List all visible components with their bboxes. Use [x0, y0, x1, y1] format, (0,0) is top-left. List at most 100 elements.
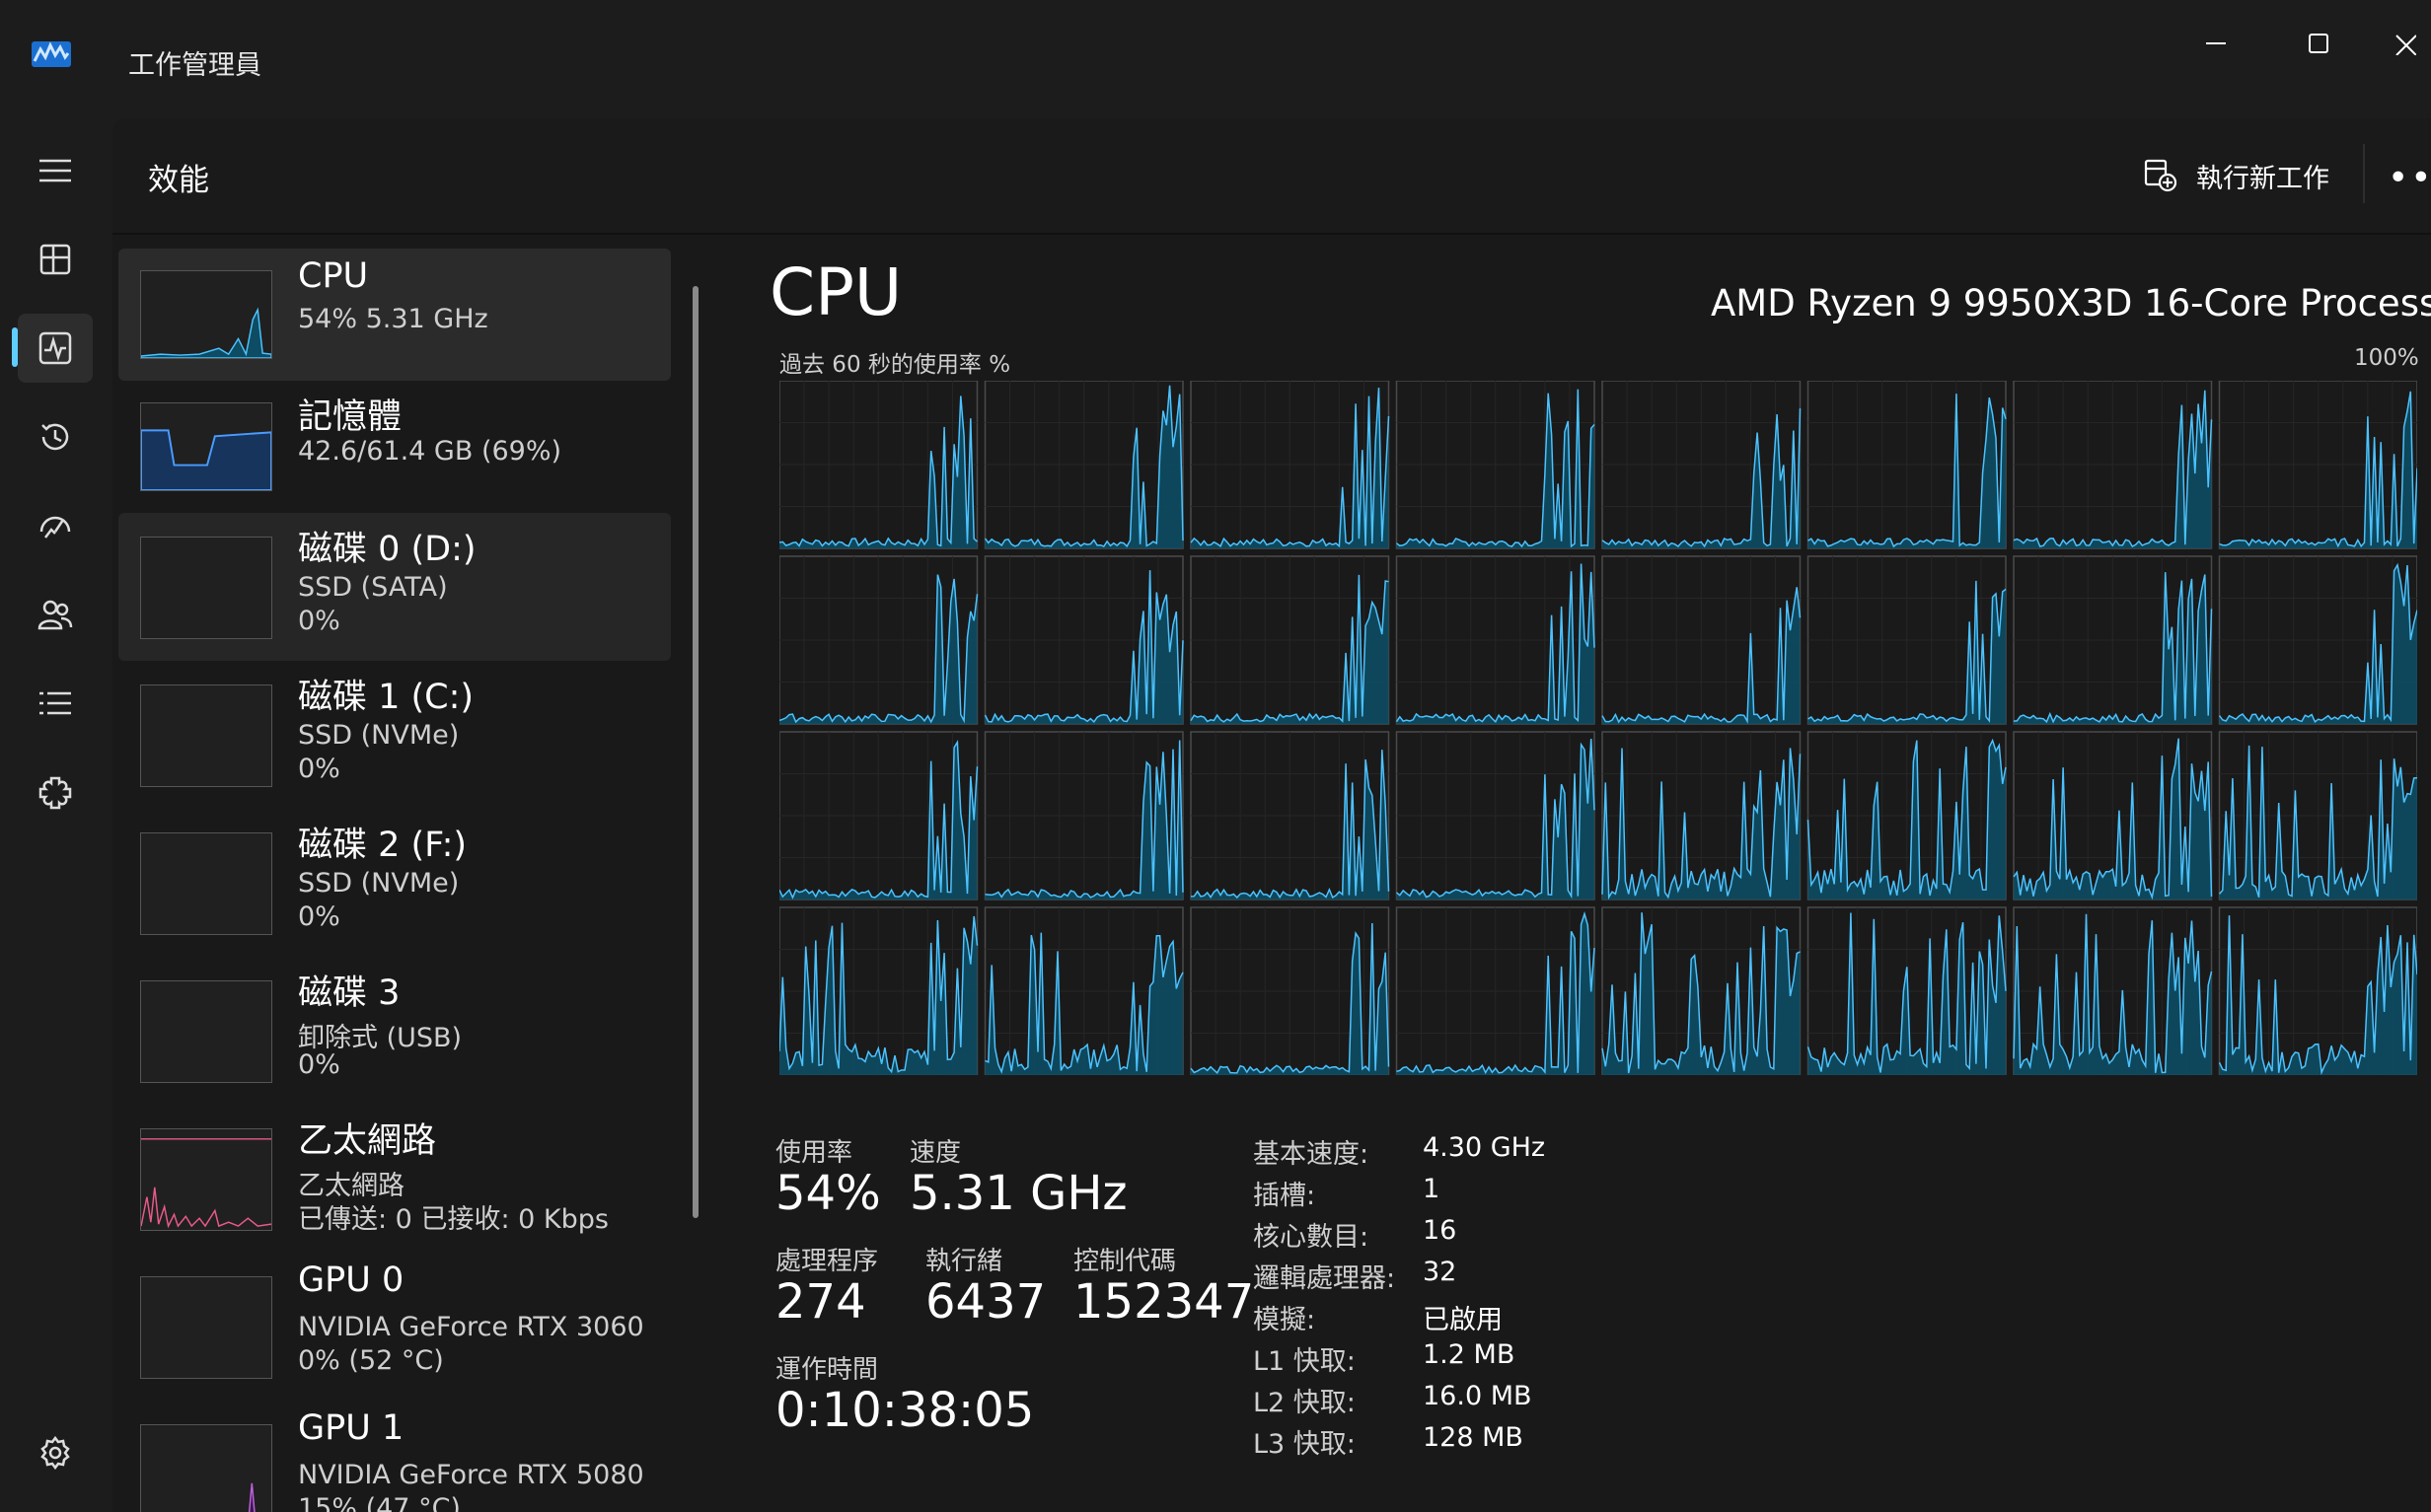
hamburger-icon [39, 159, 71, 182]
services-icon [38, 776, 72, 810]
logical-processor-graph [779, 555, 979, 725]
disk-2-thumbnail-graph [140, 832, 272, 935]
run-new-task-button[interactable]: 執行新工作 [2143, 150, 2329, 201]
processes-value: 274 [775, 1274, 866, 1330]
logical-processor-graph [2013, 731, 2213, 900]
spec-l1-cache-value: 1.2 MB [1423, 1339, 1515, 1370]
nav-app-history[interactable] [18, 402, 93, 471]
logical-processor-graph [1806, 381, 2007, 549]
logical-processor-graph [1190, 555, 1390, 725]
spec-sockets-label: 插槽: [1253, 1181, 1316, 1211]
device-detail: SSD (NVMe) [298, 720, 460, 751]
nav-startup-apps[interactable] [18, 491, 93, 560]
handles-value: 152347 [1073, 1274, 1255, 1330]
logical-processor-graph [2013, 381, 2213, 549]
device-item-memory[interactable]: 記憶體 42.6/61.4 GB (69%) [118, 381, 671, 513]
device-item-gpu-1[interactable]: GPU 1 NVIDIA GeForce RTX 5080 15% (47 °C… [118, 1401, 671, 1512]
nav-services[interactable] [18, 757, 93, 827]
device-item-disk-0[interactable]: 磁碟 0 (D:) SSD (SATA) 0% [118, 513, 671, 661]
graph-label: 過去 60 秒的使用率 % [779, 352, 1011, 378]
spec-l3-cache-label: L3 快取: [1253, 1429, 1356, 1460]
device-detail: SSD (SATA) [298, 572, 448, 603]
device-throughput: 已傳送: 0 已接收: 0 Kbps [298, 1204, 609, 1235]
device-usage: 0% [298, 754, 340, 784]
spec-l1-cache-label: L1 快取: [1253, 1346, 1356, 1377]
logical-processor-graph [1395, 731, 1595, 900]
logical-processor-graph [1395, 381, 1595, 549]
cpu-model: AMD Ryzen 9 9950X3D 16-Core Processor [1711, 282, 2431, 324]
spec-virtualization-label: 模擬: [1253, 1305, 1316, 1335]
device-item-disk-3[interactable]: 磁碟 3 卸除式 (USB) 0% [118, 957, 671, 1105]
device-name: 乙太網路 [298, 1121, 437, 1161]
device-item-ethernet[interactable]: 乙太網路 乙太網路 已傳送: 0 已接收: 0 Kbps [118, 1105, 671, 1253]
device-detail: NVIDIA GeForce RTX 3060 [298, 1312, 644, 1342]
device-list-scrollbar[interactable] [693, 286, 699, 1218]
uptime-value: 0:10:38:05 [775, 1383, 1035, 1438]
nav-processes[interactable] [18, 225, 93, 294]
logical-processor-graph [779, 906, 979, 1075]
disk-3-thumbnail-graph [140, 980, 272, 1083]
spec-l2-cache-value: 16.0 MB [1423, 1381, 1532, 1411]
utilization-value: 54% [775, 1166, 881, 1221]
header-separator [2363, 144, 2365, 203]
device-item-disk-2[interactable]: 磁碟 2 (F:) SSD (NVMe) 0% [118, 809, 671, 957]
logical-processor-graph [1601, 906, 1802, 1075]
more-options-button[interactable]: ••• [2388, 158, 2431, 198]
spec-l3-cache-value: 128 MB [1423, 1422, 1523, 1453]
logical-processor-graph [1190, 906, 1390, 1075]
ethernet-thumbnail-graph [140, 1128, 272, 1231]
spec-cores-label: 核心數目: [1253, 1222, 1369, 1253]
disk-1-thumbnail-graph [140, 684, 272, 787]
maximize-icon [2309, 34, 2328, 53]
uptime-label: 運作時間 [775, 1355, 879, 1385]
startup-apps-icon [39, 516, 71, 539]
minimize-button[interactable] [2176, 14, 2255, 73]
processes-label: 處理程序 [775, 1247, 879, 1276]
logical-processor-graph [1806, 555, 2007, 725]
device-usage: 0% [298, 1049, 340, 1080]
nav-details[interactable] [18, 669, 93, 738]
close-button[interactable] [2378, 14, 2431, 73]
speed-value: 5.31 GHz [910, 1166, 1128, 1221]
device-detail: 54% 5.31 GHz [298, 304, 488, 334]
minimize-icon [2206, 42, 2226, 44]
device-usage: 0% [298, 901, 340, 932]
nav-settings[interactable] [18, 1418, 93, 1487]
logical-processor-graph [779, 381, 979, 549]
cpu-thumbnail-graph [140, 270, 272, 359]
details-icon [39, 691, 71, 715]
graph-max-label: 100% [2354, 345, 2419, 371]
device-item-disk-1[interactable]: 磁碟 1 (C:) SSD (NVMe) 0% [118, 661, 671, 809]
page-header [112, 118, 2431, 235]
device-item-cpu[interactable]: CPU 54% 5.31 GHz [118, 249, 671, 381]
nav-menu-button[interactable] [18, 136, 93, 205]
nav-users[interactable] [18, 580, 93, 649]
logical-processor-graph [2013, 555, 2213, 725]
spec-cores-value: 16 [1423, 1215, 1457, 1246]
maximize-button[interactable] [2279, 14, 2358, 73]
device-item-gpu-0[interactable]: GPU 0 NVIDIA GeForce RTX 3060 0% (52 °C) [118, 1253, 671, 1401]
logical-processor-graph [1601, 731, 1802, 900]
spec-logical-processors-value: 32 [1423, 1257, 1457, 1287]
logical-processor-graph [1806, 731, 2007, 900]
logical-processor-graph [1190, 381, 1390, 549]
device-detail: SSD (NVMe) [298, 868, 460, 899]
nav-performance[interactable] [18, 314, 93, 383]
logical-processor-graphs [779, 381, 2417, 1075]
device-name: GPU 1 [298, 1408, 405, 1448]
handles-label: 控制代碼 [1073, 1247, 1177, 1276]
device-name: GPU 0 [298, 1260, 405, 1300]
utilization-label: 使用率 [775, 1138, 853, 1168]
gpu-0-thumbnail-graph [140, 1276, 272, 1379]
device-name: 磁碟 3 [298, 973, 401, 1013]
device-usage: 15% (47 °C) [298, 1493, 461, 1512]
disk-0-thumbnail-graph [140, 537, 272, 639]
logical-processor-graph [2218, 381, 2417, 549]
spec-base-speed-label: 基本速度: [1253, 1139, 1369, 1170]
window-title: 工作管理員 [128, 50, 261, 81]
memory-thumbnail-graph [140, 402, 272, 491]
logical-processor-graph [2013, 906, 2213, 1075]
close-icon [2395, 35, 2416, 55]
run-new-task-label: 執行新工作 [2196, 163, 2329, 194]
spec-sockets-value: 1 [1423, 1174, 1440, 1204]
